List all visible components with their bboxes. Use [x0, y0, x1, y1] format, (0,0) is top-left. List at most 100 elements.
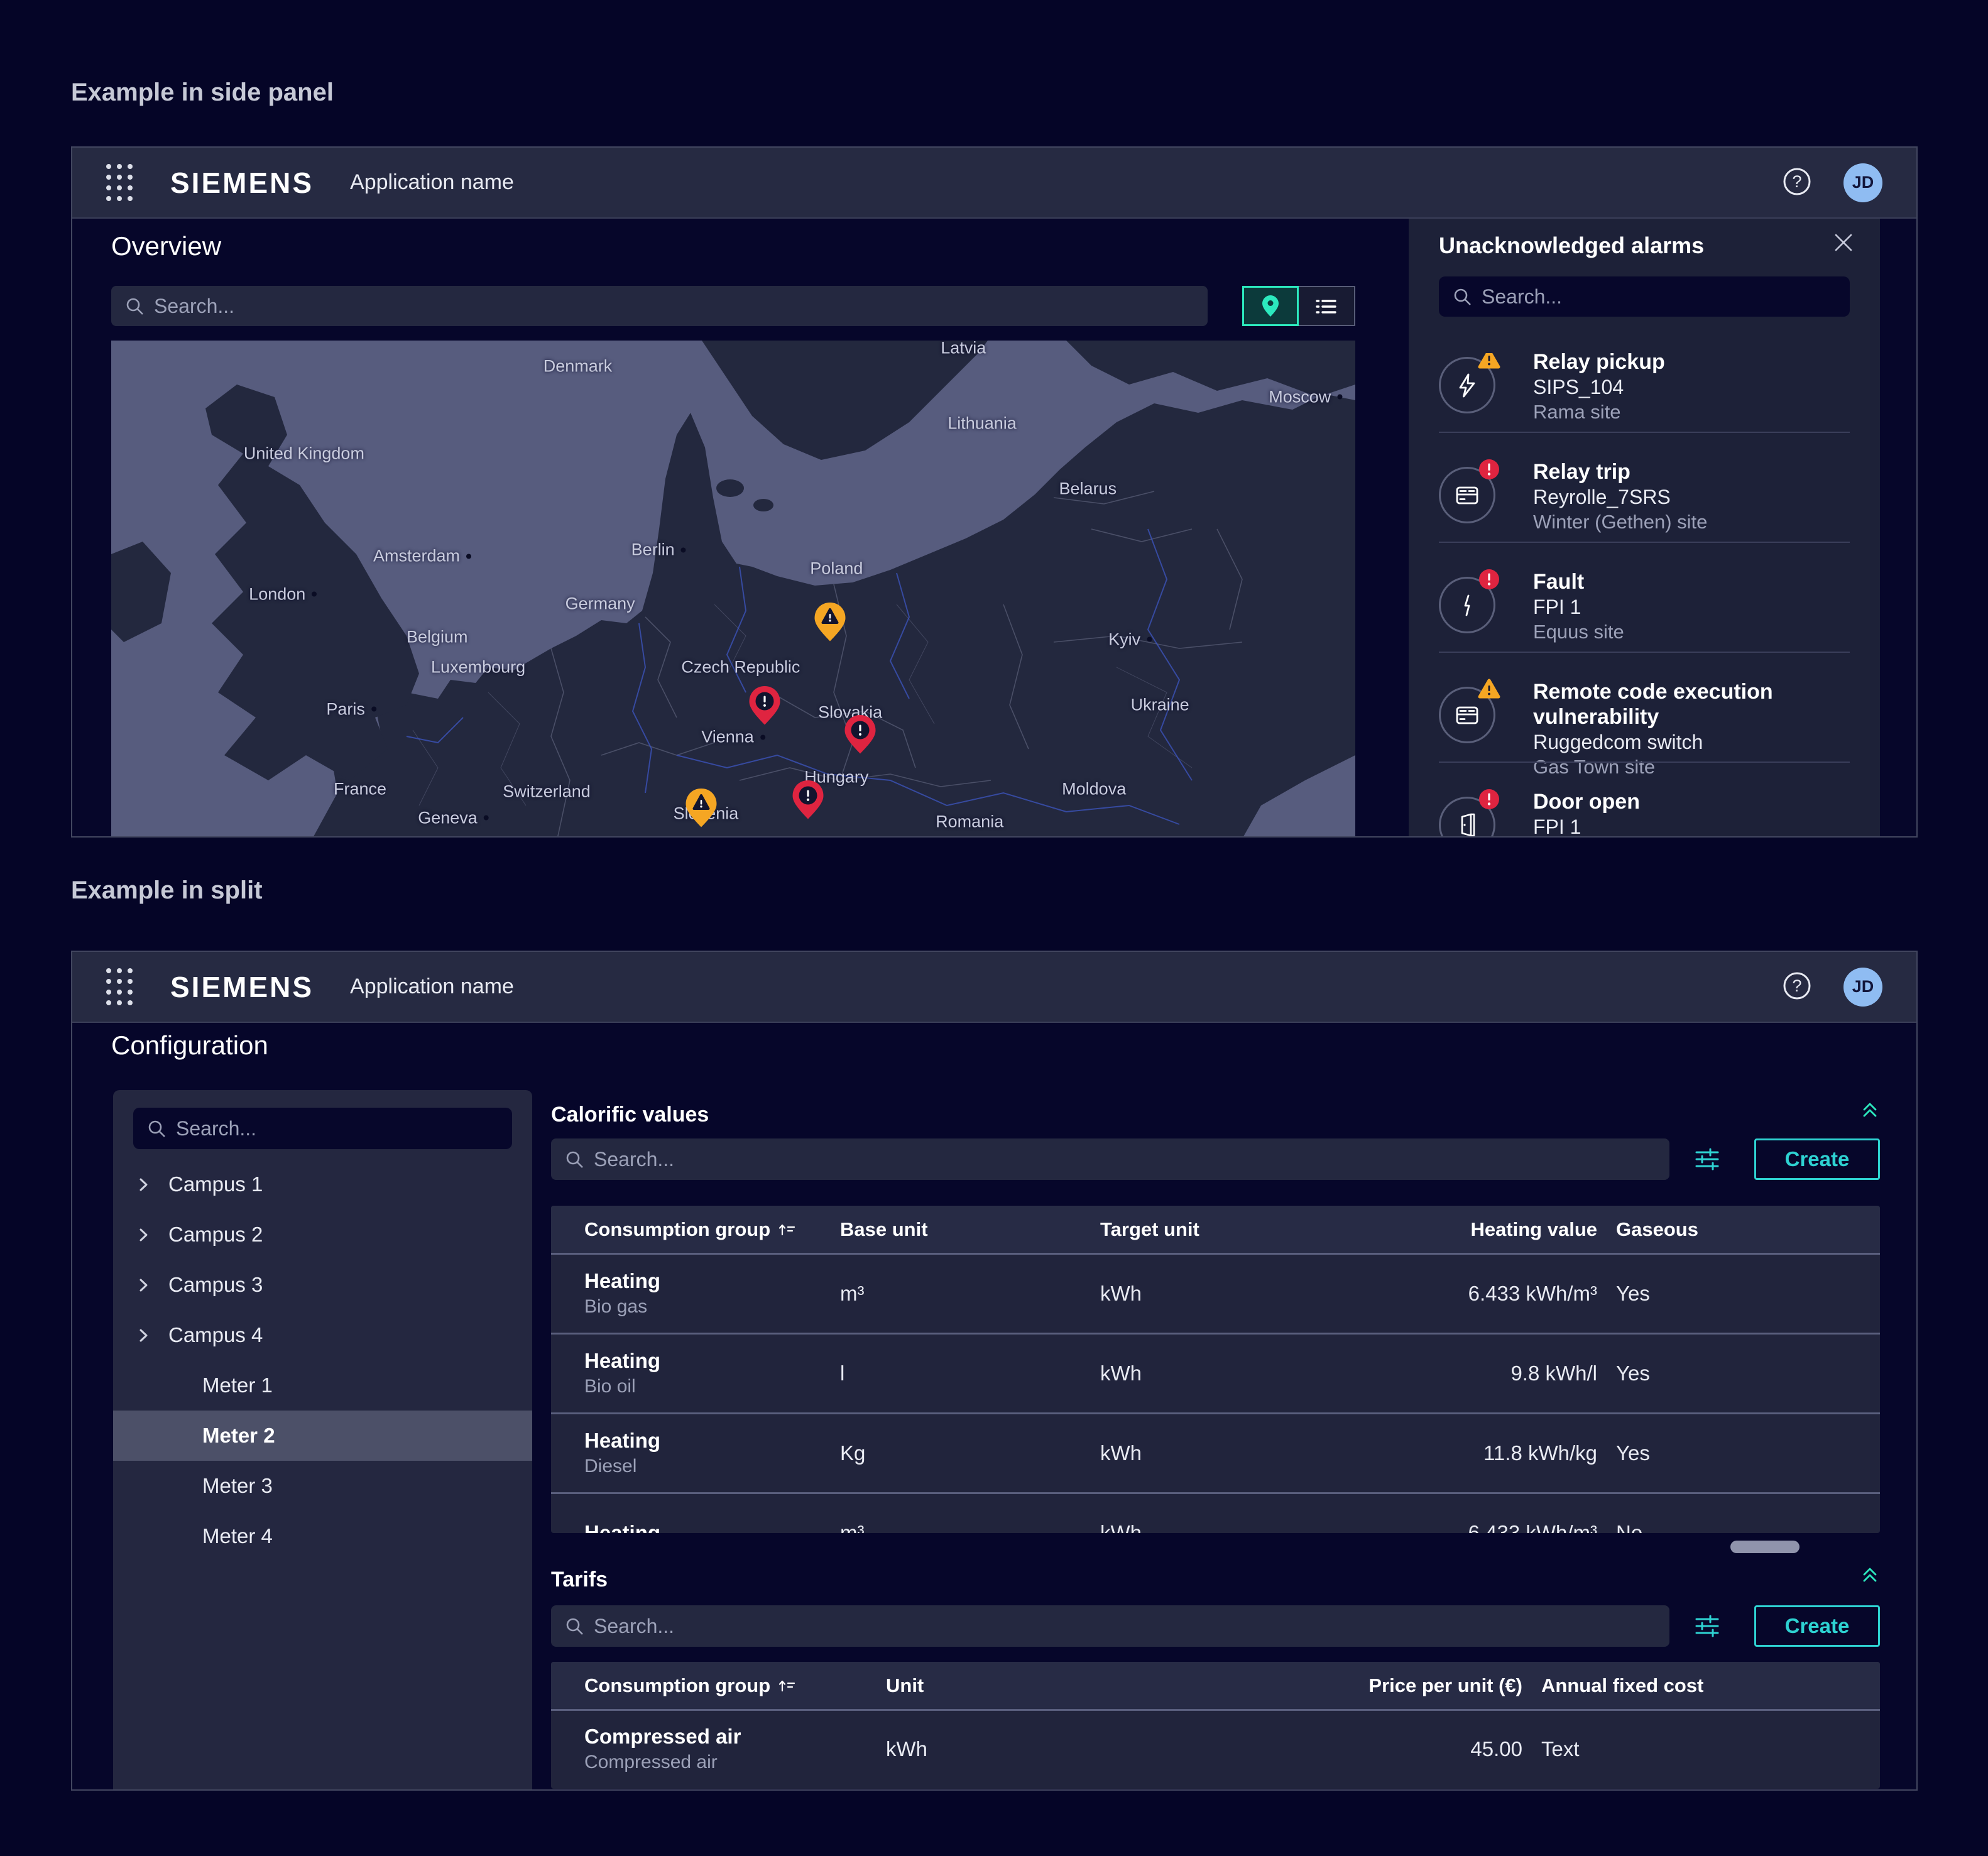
page-title: Overview: [111, 231, 221, 261]
help-icon[interactable]: [1781, 971, 1813, 1003]
alarms-search-input[interactable]: [1482, 285, 1836, 308]
alarm-item[interactable]: Fault FPI 1 Equus site: [1439, 573, 1850, 683]
tarifs-search-input[interactable]: [594, 1615, 1656, 1638]
row-gaseous: Yes: [1597, 1282, 1861, 1306]
alarm-title: Relay trip: [1533, 459, 1707, 484]
sidebar-search: [133, 1108, 512, 1149]
alarm-device: Ruggedcom switch: [1533, 729, 1850, 755]
tree-item-meter-3[interactable]: Meter 3: [113, 1461, 532, 1511]
overview-search-input[interactable]: [154, 295, 1194, 318]
map-view-toggle[interactable]: [1242, 286, 1299, 326]
filter-icon[interactable]: [1693, 1145, 1722, 1176]
map-label: Moldova: [1062, 779, 1126, 799]
app-switcher-icon[interactable]: [106, 164, 133, 201]
tree-item-label: Campus 3: [168, 1273, 263, 1297]
view-toggle: [1242, 286, 1355, 326]
user-avatar[interactable]: JD: [1843, 163, 1882, 202]
row-heating-value: 11.8 kWh/kg: [1483, 1441, 1597, 1465]
calorific-section-title: Calorific values: [551, 1103, 709, 1127]
divider: [1439, 432, 1850, 433]
divider: [1439, 542, 1850, 543]
alarm-device: SIPS_104: [1533, 374, 1665, 400]
alarm-item[interactable]: Door open FPI 1: [1439, 793, 1850, 838]
chevron-right-icon: [136, 1277, 152, 1294]
map-pin-icon: [1262, 295, 1279, 317]
column-unit: Unit: [886, 1674, 1179, 1697]
map-label: Lithuania: [948, 413, 1017, 433]
map-pin-critical[interactable]: [748, 685, 781, 726]
tree-item-meter-2[interactable]: Meter 2: [113, 1411, 532, 1461]
row-gaseous: No: [1597, 1521, 1861, 1533]
alarm-item[interactable]: Remote code execution vulnerability Rugg…: [1439, 683, 1850, 793]
sidebar-search-input[interactable]: [176, 1117, 498, 1140]
chevron-right-icon: [136, 1176, 152, 1193]
application-name: Application name: [350, 170, 514, 195]
row-sub: Diesel: [584, 1454, 840, 1479]
table-row[interactable]: HeatingBio gas m³ kWh 6.433 kWh/m³ Yes: [551, 1253, 1880, 1333]
map-label: Czech Republic: [681, 658, 800, 677]
collapse-section-icon[interactable]: [1861, 1565, 1880, 1587]
site-tree: Campus 1 Campus 2 Campus 3 Campus 4 Mete…: [113, 1159, 532, 1561]
row-sub: Bio gas: [584, 1294, 840, 1319]
table-row[interactable]: HeatingBio oil l kWh 9.8 kWh/l Yes: [551, 1333, 1880, 1412]
map-label: Belarus: [1059, 479, 1117, 499]
map-label: Ukraine: [1131, 696, 1189, 715]
siemens-logo: SIEMENS: [170, 970, 314, 1004]
map-pin-warning[interactable]: [814, 602, 846, 642]
tree-item-label: Campus 1: [168, 1172, 263, 1196]
map-pin-critical[interactable]: [792, 780, 824, 820]
table-scrollbar[interactable]: [1730, 1541, 1800, 1553]
warning-badge-icon: [1478, 678, 1500, 701]
tree-item-campus-4[interactable]: Campus 4: [113, 1310, 532, 1360]
configuration-main: Calorific values Create Consumption grou…: [551, 1098, 1880, 1791]
filter-icon[interactable]: [1693, 1612, 1722, 1643]
tree-item-campus-1[interactable]: Campus 1: [113, 1159, 532, 1209]
critical-badge-icon: [1478, 788, 1500, 811]
alarms-panel-title: Unacknowledged alarms: [1439, 232, 1704, 259]
map-pin-warning[interactable]: [685, 788, 718, 828]
europe-map[interactable]: Latvia Denmark Moscow United Kingdom Lit…: [111, 341, 1355, 838]
alarm-item[interactable]: Relay pickup SIPS_104 Rama site: [1439, 353, 1850, 463]
user-avatar[interactable]: JD: [1843, 968, 1882, 1007]
row-gaseous: Yes: [1597, 1362, 1861, 1385]
alarm-device: Reyrolle_7SRS: [1533, 484, 1707, 510]
app-switcher-icon[interactable]: [106, 968, 133, 1005]
search-icon: [147, 1119, 166, 1138]
alarm-item[interactable]: Relay trip Reyrolle_7SRS Winter (Gethen)…: [1439, 463, 1850, 573]
configuration-window: SIEMENS Application name JD Configuratio…: [71, 951, 1918, 1791]
tree-item-campus-3[interactable]: Campus 3: [113, 1260, 532, 1310]
tree-item-campus-2[interactable]: Campus 2: [113, 1209, 532, 1260]
map-label: France: [334, 779, 386, 799]
table-row[interactable]: Heating m³ kWh 6.433 kWh/m³ No: [551, 1492, 1880, 1533]
column-consumption-group[interactable]: Consumption group: [584, 1218, 840, 1241]
row-group: Heating: [584, 1427, 840, 1454]
create-tarif-button[interactable]: Create: [1754, 1605, 1880, 1647]
map-label: Paris: [326, 699, 376, 719]
tree-item-label: Meter 4: [202, 1524, 273, 1548]
critical-badge-icon: [1478, 458, 1500, 481]
row-sub: Bio oil: [584, 1374, 840, 1399]
calorific-search-input[interactable]: [594, 1148, 1656, 1171]
table-row[interactable]: HeatingDiesel Kg kWh 11.8 kWh/kg Yes: [551, 1412, 1880, 1492]
search-icon: [125, 297, 144, 315]
collapse-section-icon[interactable]: [1861, 1100, 1880, 1122]
tree-item-meter-1[interactable]: Meter 1: [113, 1360, 532, 1411]
row-base-unit: Kg: [840, 1441, 1100, 1465]
row-sub: Compressed air: [584, 1750, 886, 1775]
alarm-title: Fault: [1533, 569, 1624, 594]
list-view-toggle[interactable]: [1299, 286, 1355, 326]
alarm-title: Remote code execution vulnerability: [1533, 679, 1850, 729]
close-icon[interactable]: [1835, 234, 1852, 253]
column-consumption-group[interactable]: Consumption group: [584, 1674, 886, 1697]
help-icon[interactable]: [1781, 166, 1813, 199]
table-row[interactable]: Compressed airCompressed air kWh 45.00 T…: [551, 1709, 1880, 1787]
alarm-site: Rama site: [1533, 400, 1665, 425]
create-calorific-button[interactable]: Create: [1754, 1138, 1880, 1180]
alarm-list: Relay pickup SIPS_104 Rama site Relay tr…: [1439, 353, 1850, 838]
map-pin-critical[interactable]: [844, 714, 877, 755]
alarms-search: [1439, 276, 1850, 317]
row-group: Heating: [584, 1268, 840, 1294]
tree-item-meter-4[interactable]: Meter 4: [113, 1511, 532, 1561]
tree-item-label: Meter 3: [202, 1474, 273, 1498]
alarm-site: Winter (Gethen) site: [1533, 510, 1707, 535]
